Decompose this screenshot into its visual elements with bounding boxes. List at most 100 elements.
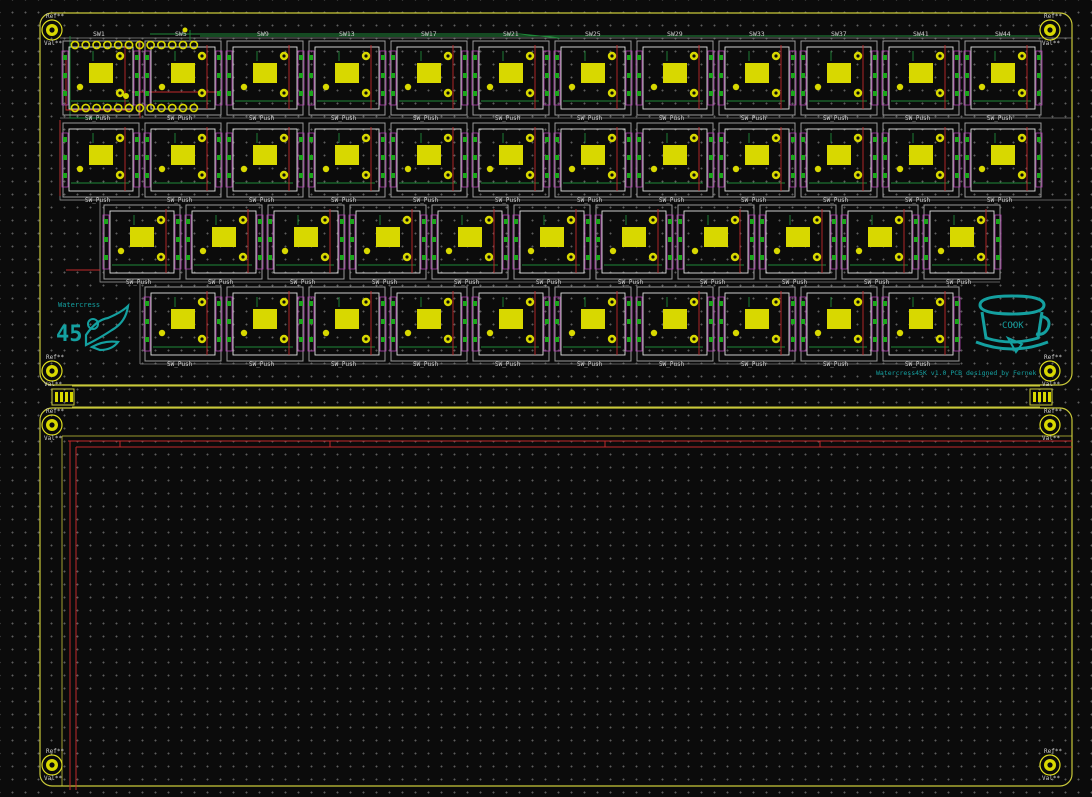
key-switch[interactable]: SW_Push <box>225 122 305 204</box>
key-switch[interactable]: SW_Push <box>635 286 715 368</box>
switch-grid[interactable]: SW_Push SW1 SW_PushSW5 SW_Push SW9 SW_Push SW1… <box>61 30 1043 368</box>
mounting-hole: Ref** Val** <box>1039 13 1062 47</box>
header-pin <box>70 103 80 113</box>
switch-ref: SW13 <box>339 30 355 38</box>
switch-footprint-label: SW_Push <box>167 197 193 204</box>
key-switch[interactable]: SW_Push SW29 <box>635 30 715 122</box>
key-switch[interactable]: SW_Push SW9 <box>225 30 305 122</box>
key-switch[interactable]: SW_Push <box>840 204 920 286</box>
cup-logo: COOK <box>975 294 1051 354</box>
key-switch[interactable]: SW_Push <box>389 122 469 204</box>
key-switch[interactable]: SW_Push SW17 <box>389 30 469 122</box>
key-switch[interactable]: SW_Push SW13 <box>307 30 387 122</box>
switch-footprint-label: SW_Push <box>331 197 357 204</box>
key-switch[interactable]: SW_Push <box>553 122 633 204</box>
key-switch[interactable]: SW_Push <box>717 286 797 368</box>
key-switch[interactable]: SW_Push SW21 <box>471 30 551 122</box>
switch-ref: SW29 <box>667 30 683 38</box>
key-switch[interactable]: SW_Push <box>143 286 223 368</box>
key-switch[interactable]: SW_Push <box>799 286 879 368</box>
key-switch[interactable]: SW_Push <box>676 204 756 286</box>
key-switch[interactable]: SW_Push SW25 <box>553 30 633 122</box>
switch-footprint-label: SW_Push <box>946 279 972 286</box>
key-switch[interactable]: SW_Push <box>881 286 961 368</box>
mouse-bite-tab <box>1029 388 1053 406</box>
switch-footprint-label: SW_Push <box>290 279 316 286</box>
switch-footprint-label: SW_Push <box>741 115 767 122</box>
header-pin <box>113 40 123 50</box>
header-pin <box>124 40 134 50</box>
key-switch[interactable]: SW_Push <box>553 286 633 368</box>
key-switch[interactable]: SW_Push <box>307 122 387 204</box>
mounting-hole: Ref** Val** <box>1039 408 1062 442</box>
key-switch[interactable]: SW_Push <box>225 286 305 368</box>
key-switch[interactable]: SW_Push <box>717 122 797 204</box>
switch-footprint-label: SW_Push <box>782 279 808 286</box>
hole-value: Val** <box>44 775 62 782</box>
key-switch[interactable]: SW_Push SW41 <box>881 30 961 122</box>
header-pin <box>156 103 166 113</box>
key-switch[interactable]: SW_Push <box>963 122 1043 204</box>
hole-value: Val** <box>1042 435 1060 442</box>
switch-footprint-label: SW_Push <box>495 361 521 368</box>
key-switch[interactable]: SW_Push <box>758 204 838 286</box>
switch-footprint-label: SW_Push <box>741 361 767 368</box>
switch-footprint-label: SW_Push <box>208 279 234 286</box>
hole-ref: Ref** <box>1044 354 1062 361</box>
switch-footprint-label: SW_Push <box>331 361 357 368</box>
key-switch[interactable]: SW_Push SW44 <box>963 30 1043 122</box>
header-pin <box>189 103 199 113</box>
key-switch[interactable]: SW_PushSW5 <box>143 30 223 122</box>
mounting-hole: Ref** Val** <box>1039 354 1062 388</box>
switch-footprint-label: SW_Push <box>905 361 931 368</box>
front-copper-outline <box>68 440 1072 790</box>
header-pin <box>178 40 188 50</box>
key-switch[interactable]: SW_Push <box>430 204 510 286</box>
switch-ref: SW25 <box>585 30 601 38</box>
header-pin <box>189 40 199 50</box>
key-switch[interactable]: SW_Push <box>799 122 879 204</box>
hole-value: Val** <box>44 40 62 47</box>
key-switch[interactable]: SW_Push <box>471 122 551 204</box>
key-switch[interactable]: SW_Push <box>266 204 346 286</box>
key-switch[interactable]: SW_Push <box>61 122 141 204</box>
switch-footprint-label: SW_Push <box>659 361 685 368</box>
key-switch[interactable]: SW_Push <box>143 122 223 204</box>
key-switch[interactable]: SW_Push <box>635 122 715 204</box>
key-switch[interactable]: SW_Push <box>307 286 387 368</box>
key-switch[interactable]: SW_Push <box>471 286 551 368</box>
hole-value: Val** <box>1042 381 1060 388</box>
switch-footprint-label: SW_Push <box>413 197 439 204</box>
key-switch[interactable]: SW_Push <box>389 286 469 368</box>
switch-footprint-label: SW_Push <box>618 279 644 286</box>
hole-ref: Ref** <box>1044 13 1062 20</box>
pcb-layout[interactable]: SW_Push SW1 SW_PushSW5 SW_Push SW9 SW_Push SW1… <box>0 0 1092 797</box>
key-switch[interactable]: SW_Push SW1 <box>61 30 141 122</box>
switch-footprint-label: SW_Push <box>905 197 931 204</box>
key-switch[interactable]: SW_Push <box>922 204 1002 286</box>
switch-footprint-label: SW_Push <box>495 197 521 204</box>
pcb-canvas[interactable]: SW_Push SW1 SW_Push SW5 SW_Push SW9 SW_Push SW1… <box>0 0 1092 797</box>
switch-footprint-label: SW_Push <box>85 115 111 122</box>
key-switch[interactable]: SW_Push SW37 <box>799 30 879 122</box>
switch-footprint-label: SW_Push <box>126 279 152 286</box>
key-switch[interactable]: SW_Push <box>348 204 428 286</box>
switch-ref: SW1 <box>93 30 105 38</box>
key-switch[interactable]: SW_Push <box>594 204 674 286</box>
key-switch[interactable]: SW_Push <box>881 122 961 204</box>
switch-footprint-label: SW_Push <box>577 361 603 368</box>
switch-ref: SW37 <box>831 30 847 38</box>
switch-ref: SW9 <box>257 30 269 38</box>
switch-footprint-label: SW_Push <box>987 197 1013 204</box>
switch-footprint-label: SW_Push <box>249 115 275 122</box>
switch-ref: SW44 <box>995 30 1011 38</box>
switch-footprint-label: SW_Push <box>372 279 398 286</box>
switch-footprint-label: SW_Push <box>864 279 890 286</box>
header-pin <box>156 40 166 50</box>
key-switch[interactable]: SW_Push <box>512 204 592 286</box>
switch-footprint-label: SW_Push <box>167 361 193 368</box>
key-switch[interactable]: SW_Push <box>184 204 264 286</box>
header-pin <box>124 103 134 113</box>
key-switch[interactable]: SW_Push <box>102 204 182 286</box>
key-switch[interactable]: SW_Push SW33 <box>717 30 797 122</box>
